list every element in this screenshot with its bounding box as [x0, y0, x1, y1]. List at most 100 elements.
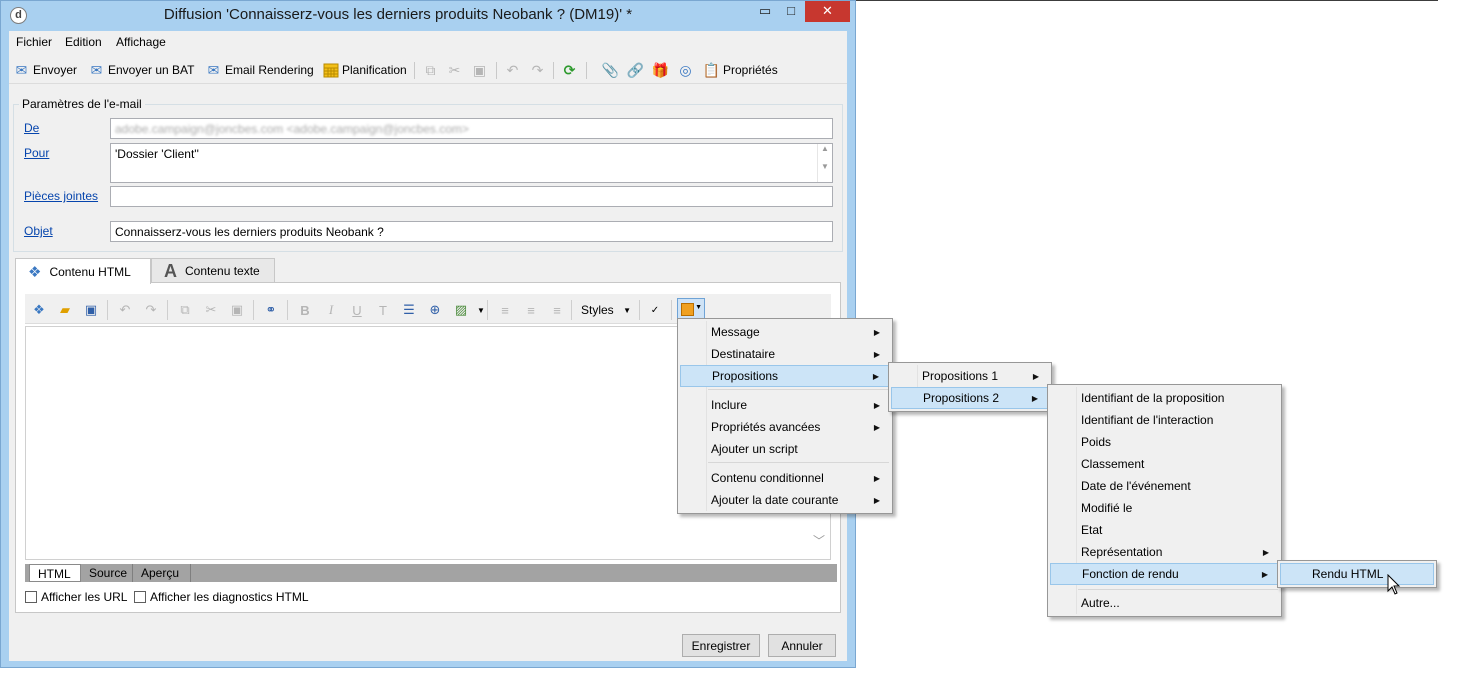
calendar-icon: [322, 62, 339, 79]
copy-icon[interactable]: ⧉: [422, 60, 442, 80]
attachments-field[interactable]: [110, 186, 833, 207]
gift-icon[interactable]: 🎁: [652, 60, 672, 80]
align-center-icon[interactable]: ≡: [521, 301, 541, 319]
to-field[interactable]: 'Dossier 'Client'' ▲ ▼: [110, 143, 833, 183]
menu-item-proprietes-avancees[interactable]: Propriétés avancées ▶: [680, 416, 890, 438]
new-document-icon[interactable]: ❖: [29, 301, 49, 319]
cut-icon[interactable]: ✂: [446, 60, 466, 80]
redo-icon[interactable]: ↷: [529, 60, 549, 80]
maximize-button[interactable]: □: [778, 1, 804, 22]
subject-value: Connaisserz-vous les derniers produits N…: [115, 225, 384, 239]
checkbox-box[interactable]: [134, 591, 146, 603]
view-tab-source[interactable]: Source: [81, 564, 133, 582]
find-binoculars-icon[interactable]: ⚭: [261, 301, 281, 319]
view-tab-preview[interactable]: Aperçu: [133, 564, 191, 582]
main-toolbar: ✉ Envoyer ✉ Envoyer un BAT ✉ Email Rende…: [9, 56, 847, 84]
image-dropdown-icon[interactable]: ▼: [471, 301, 491, 319]
redo-icon[interactable]: ↷: [141, 301, 161, 319]
scroll-down-icon[interactable]: ﹀: [813, 532, 825, 549]
menu-item-propositions-2[interactable]: Propositions 2 ▶: [891, 387, 1049, 409]
menu-item-ajouter-date[interactable]: Ajouter la date courante ▶: [680, 489, 890, 511]
tab-html-content[interactable]: ❖ Contenu HTML: [15, 258, 151, 284]
minimize-button[interactable]: ▭: [752, 1, 778, 22]
tab-text-content[interactable]: A Contenu texte: [151, 258, 275, 283]
target-icon[interactable]: ◎: [677, 60, 697, 80]
insert-link-icon[interactable]: ⊕: [425, 301, 445, 319]
styles-dropdown[interactable]: Styles ▼: [575, 300, 637, 320]
menu-item-classement[interactable]: Classement: [1050, 453, 1279, 475]
menu-bar: Fichier Edition Affichage: [9, 31, 847, 53]
menu-item-representation[interactable]: Représentation ▶: [1050, 541, 1279, 563]
properties-button[interactable]: 📋 Propriétés: [703, 60, 778, 80]
menu-item-date-evenement[interactable]: Date de l'événement: [1050, 475, 1279, 497]
from-field[interactable]: adobe.campaign@joncbes.com <adobe.campai…: [110, 118, 833, 139]
menu-item-id-proposition[interactable]: Identifiant de la proposition: [1050, 387, 1279, 409]
propositions-submenu: Propositions 1 ▶ Propositions 2 ▶: [888, 362, 1052, 412]
insert-image-icon[interactable]: ▨: [451, 301, 471, 319]
link-icon[interactable]: 🔗: [627, 60, 647, 80]
menu-item-id-interaction[interactable]: Identifiant de l'interaction: [1050, 409, 1279, 431]
spellcheck-icon[interactable]: ✓: [645, 301, 665, 319]
email-rendering-button[interactable]: ✉ Email Rendering: [205, 60, 314, 80]
show-urls-checkbox[interactable]: Afficher les URL: [25, 590, 127, 604]
menu-fichier[interactable]: Fichier: [16, 35, 52, 49]
submenu-arrow-icon: ▶: [873, 400, 880, 410]
window-title: Diffusion 'Connaisserz-vous les derniers…: [163, 6, 633, 23]
menu-item-destinataire[interactable]: Destinataire ▶: [680, 343, 890, 365]
bullet-list-icon[interactable]: ☰: [399, 301, 419, 319]
title-bar[interactable]: d Diffusion 'Connaisserz-vous les dernie…: [1, 1, 855, 31]
paste-icon[interactable]: ▣: [471, 60, 491, 80]
menu-item-contenu-conditionnel[interactable]: Contenu conditionnel ▶: [680, 467, 890, 489]
bold-icon[interactable]: B: [295, 301, 315, 319]
insert-menu: Message ▶ Destinataire ▶ Propositions ▶ Inc…: [677, 318, 893, 514]
menu-item-propositions-1[interactable]: Propositions 1 ▶: [891, 365, 1049, 387]
menu-item-modifie-le[interactable]: Modifié le: [1050, 497, 1279, 519]
show-diagnostics-checkbox[interactable]: Afficher les diagnostics HTML: [134, 590, 309, 604]
view-tab-html[interactable]: HTML: [29, 564, 81, 582]
menu-item-autre[interactable]: Autre...: [1050, 592, 1279, 614]
menu-item-inclure[interactable]: Inclure ▶: [680, 394, 890, 416]
submenu-arrow-icon: ▶: [873, 349, 880, 359]
menu-item-etat[interactable]: Etat: [1050, 519, 1279, 541]
menu-item-poids[interactable]: Poids: [1050, 431, 1279, 453]
underline-icon[interactable]: U: [347, 301, 367, 319]
from-label[interactable]: De: [24, 121, 39, 135]
attachments-label[interactable]: Pièces jointes: [24, 189, 98, 203]
cancel-button[interactable]: Annuler: [768, 634, 836, 657]
save-button[interactable]: Enregistrer: [682, 634, 760, 657]
submenu-arrow-icon: ▶: [1032, 371, 1039, 381]
planning-button[interactable]: Planification: [322, 60, 407, 80]
subject-label[interactable]: Objet: [24, 224, 53, 238]
italic-icon[interactable]: I: [321, 301, 341, 319]
paste-icon[interactable]: ▣: [227, 301, 247, 319]
align-left-icon[interactable]: ≡: [495, 301, 515, 319]
attachment-icon[interactable]: 📎: [602, 60, 622, 80]
menu-item-propositions[interactable]: Propositions ▶: [680, 365, 890, 387]
open-folder-icon[interactable]: ▰: [55, 301, 75, 319]
menu-edition[interactable]: Edition: [65, 35, 102, 49]
submenu-arrow-icon: ▶: [1261, 569, 1268, 579]
refresh-icon[interactable]: ⟳: [561, 60, 581, 80]
subject-field[interactable]: Connaisserz-vous les derniers produits N…: [110, 221, 833, 242]
menu-item-rendu-html[interactable]: Rendu HTML: [1280, 563, 1434, 585]
send-proof-button[interactable]: ✉ Envoyer un BAT: [88, 60, 195, 80]
menu-affichage[interactable]: Affichage: [116, 35, 166, 49]
undo-icon[interactable]: ↶: [115, 301, 135, 319]
menu-item-fonction-rendu[interactable]: Fonction de rendu ▶: [1050, 563, 1279, 585]
envelope-check-icon: ✉: [207, 61, 220, 78]
align-right-icon[interactable]: ≡: [547, 301, 567, 319]
to-field-scrollbar[interactable]: ▲ ▼: [817, 144, 832, 182]
to-label[interactable]: Pour: [24, 146, 49, 160]
checkbox-box[interactable]: [25, 591, 37, 603]
menu-item-ajouter-script[interactable]: Ajouter un script: [680, 438, 890, 460]
menu-item-message[interactable]: Message ▶: [680, 321, 890, 343]
text-style-icon[interactable]: T: [373, 301, 393, 319]
send-proof-label: Envoyer un BAT: [108, 63, 195, 77]
undo-icon[interactable]: ↶: [504, 60, 524, 80]
render-function-submenu: Rendu HTML: [1277, 560, 1437, 588]
close-button[interactable]: ✕: [805, 1, 850, 22]
send-button[interactable]: ✉ Envoyer: [13, 60, 77, 80]
cut-icon[interactable]: ✂: [201, 301, 221, 319]
save-icon[interactable]: ▣: [81, 301, 101, 319]
copy-icon[interactable]: ⧉: [175, 301, 195, 319]
